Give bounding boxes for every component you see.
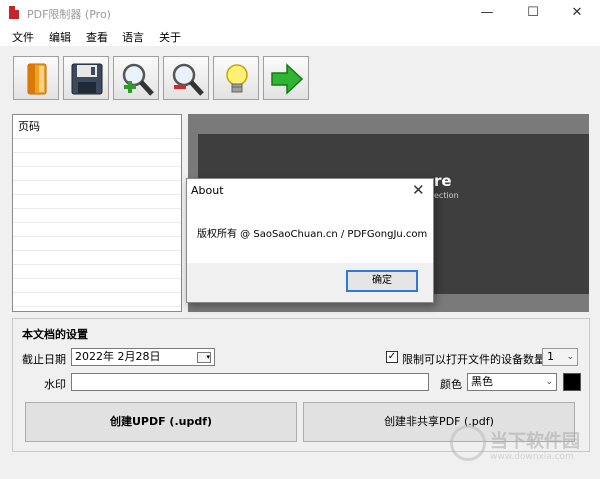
list-item [13,209,181,223]
dialog-close-button[interactable]: ✕ [412,181,425,199]
list-item [13,279,181,293]
save-button[interactable] [63,56,109,100]
menu-bar: 文件 编辑 查看 语言 关于 [0,26,600,46]
dialog-title: About [191,184,224,197]
limit-devices-checkbox[interactable]: ✓ [386,351,398,363]
maximize-button[interactable]: ☐ [510,0,556,26]
floppy-disk-icon [71,63,103,95]
menu-language[interactable]: 语言 [122,29,144,45]
page-list[interactable]: 页码 [12,114,182,312]
list-item [13,167,181,181]
list-item [13,153,181,167]
zoom-out-icon [172,63,204,96]
menu-file[interactable]: 文件 [12,29,34,45]
list-item [13,251,181,265]
next-button[interactable] [263,56,309,100]
page-list-header: 页码 [13,115,181,139]
create-updf-button[interactable]: 创建UPDF (.updf) [25,402,297,442]
color-label: 颜色 [440,378,462,391]
list-item [13,195,181,209]
expiry-date-picker[interactable]: 2022年 2月28日 ▾ [71,348,215,366]
watermark-url: www.downxia.com [490,452,574,462]
watermark-logo-icon [450,425,486,461]
calendar-icon[interactable]: ▾ [197,352,211,363]
site-watermark: 当下软件园 www.downxia.com [450,425,590,469]
limit-devices-label: 限制可以打开文件的设备数量 [402,353,545,366]
watermark-label: 水印 [44,378,66,391]
green-arrow-icon [271,63,304,95]
open-book-icon [27,63,47,95]
color-value: 黑色 [471,375,493,388]
menu-view[interactable]: 查看 [86,29,108,45]
device-count-select[interactable]: 1 ⌄ [542,348,578,366]
list-item [13,265,181,279]
watermark-input[interactable] [71,373,429,391]
color-select[interactable]: 黑色 ⌄ [467,373,557,391]
settings-title: 本文档的设置 [22,328,88,341]
zoom-in-button[interactable] [113,56,159,100]
expiry-date-label: 截止日期 [22,353,66,366]
title-bar: PDF限制器 (Pro) — ☐ ✕ [0,0,600,26]
window-title: PDF限制器 (Pro) [27,8,111,21]
close-button[interactable]: ✕ [554,0,600,26]
chevron-down-icon: ⌄ [566,352,574,362]
menu-edit[interactable]: 编辑 [49,29,71,45]
list-item [13,293,181,307]
open-button[interactable] [13,56,59,100]
minimize-button[interactable]: — [464,0,510,26]
list-item [13,223,181,237]
ok-button[interactable]: 确定 [346,270,418,292]
device-count-value: 1 [547,350,554,363]
color-swatch[interactable] [563,373,581,391]
dialog-footer: 确定 [187,263,433,302]
expiry-date-value: 2022年 2月28日 [75,350,161,363]
list-item [13,237,181,251]
zoom-in-icon [122,63,154,96]
zoom-out-button[interactable] [163,56,209,100]
tip-button[interactable] [213,56,259,100]
chevron-down-icon: ⌄ [545,377,553,387]
about-dialog: About ✕ 版权所有 @ SaoSaoChuan.cn / PDFGongJ… [186,178,434,303]
menu-about[interactable]: 关于 [159,29,181,45]
lightbulb-icon [226,64,248,93]
app-pdf-icon [9,6,19,19]
list-item [13,139,181,153]
preview-text-large: re [434,172,452,190]
list-item [13,181,181,195]
copyright-text: 版权所有 @ SaoSaoChuan.cn / PDFGongJu.com [197,229,428,240]
preview-text-small: ection [434,191,459,200]
watermark-title: 当下软件园 [490,431,580,452]
